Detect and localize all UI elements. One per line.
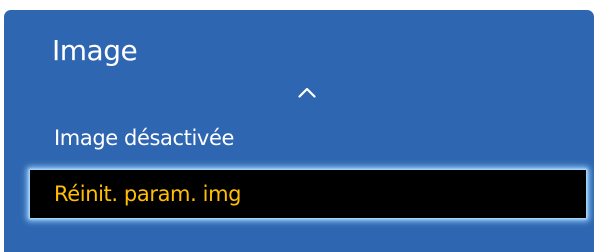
menu-title: Image: [52, 34, 138, 67]
image-menu-panel: Image Image désactivée Réinit. param. im…: [4, 10, 594, 252]
menu-item-image-off[interactable]: Image désactivée: [4, 116, 594, 160]
menu-item-label: Image désactivée: [54, 126, 234, 150]
menu-item-reset-picture[interactable]: Réinit. param. img: [30, 170, 586, 218]
menu-item-label: Réinit. param. img: [54, 182, 242, 206]
chevron-up-icon[interactable]: [298, 86, 316, 98]
